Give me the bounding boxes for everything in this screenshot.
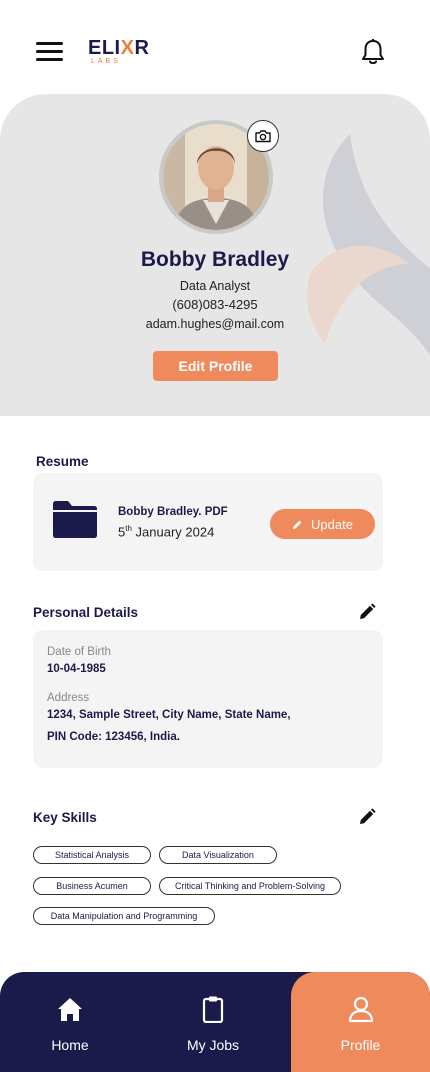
avatar-wrap xyxy=(159,120,279,234)
key-skills-title: Key Skills xyxy=(33,810,97,825)
hamburger-menu-icon[interactable] xyxy=(36,42,64,62)
address-line-1: 1234, Sample Street, City Name, State Na… xyxy=(47,709,291,721)
update-resume-button[interactable]: Update xyxy=(270,509,375,539)
pencil-icon xyxy=(293,520,302,529)
resume-upload-date: 5th January 2024 xyxy=(118,524,215,540)
resume-card: Bobby Bradley. PDF 5th January 2024 Upda… xyxy=(33,473,383,571)
resume-title: Resume xyxy=(36,454,89,469)
dob-label: Date of Birth xyxy=(47,646,111,658)
personal-details-title: Personal Details xyxy=(33,605,139,620)
camera-icon xyxy=(255,130,271,143)
profile-phone: (608)083-4295 xyxy=(172,297,258,312)
profile-name: Bobby Bradley xyxy=(140,248,290,271)
notification-bell-icon[interactable] xyxy=(360,38,386,66)
personal-details-card: Date of Birth 10-04-1985 Address 1234, S… xyxy=(33,630,383,768)
nav-my-jobs[interactable]: My Jobs xyxy=(173,972,253,1072)
address-line-2: PIN Code: 123456, India. xyxy=(47,731,180,743)
bottom-navigation: Home My Jobs Profile xyxy=(0,972,430,1072)
skill-chip: Business Acumen xyxy=(33,877,151,895)
profile-email: adam.hughes@mail.com xyxy=(145,317,285,331)
profile-card: Bobby Bradley Data Analyst (608)083-4295… xyxy=(0,94,430,416)
clipboard-icon xyxy=(202,996,224,1023)
edit-profile-button[interactable]: Edit Profile xyxy=(153,351,278,381)
folder-icon xyxy=(53,501,97,538)
app-logo: ELIXR LABS xyxy=(88,37,150,65)
edit-personal-details-icon[interactable] xyxy=(358,603,376,621)
nav-home[interactable]: Home xyxy=(30,972,110,1072)
skill-chip: Data Visualization xyxy=(159,846,277,864)
skill-chip: Data Manipulation and Programming xyxy=(33,907,215,925)
skill-chip: Statistical Analysis xyxy=(33,846,151,864)
change-photo-button[interactable] xyxy=(247,120,279,152)
home-icon xyxy=(58,998,82,1021)
resume-file-name[interactable]: Bobby Bradley. PDF xyxy=(118,506,228,518)
user-icon xyxy=(348,996,373,1023)
background-logo-swoosh xyxy=(306,134,430,356)
nav-profile[interactable]: Profile xyxy=(291,972,430,1072)
skill-chip: Critical Thinking and Problem-Solving xyxy=(159,877,341,895)
profile-role: Data Analyst xyxy=(179,279,251,293)
dob-value: 10-04-1985 xyxy=(47,663,106,675)
edit-key-skills-icon[interactable] xyxy=(358,808,376,826)
address-label: Address xyxy=(47,692,90,704)
